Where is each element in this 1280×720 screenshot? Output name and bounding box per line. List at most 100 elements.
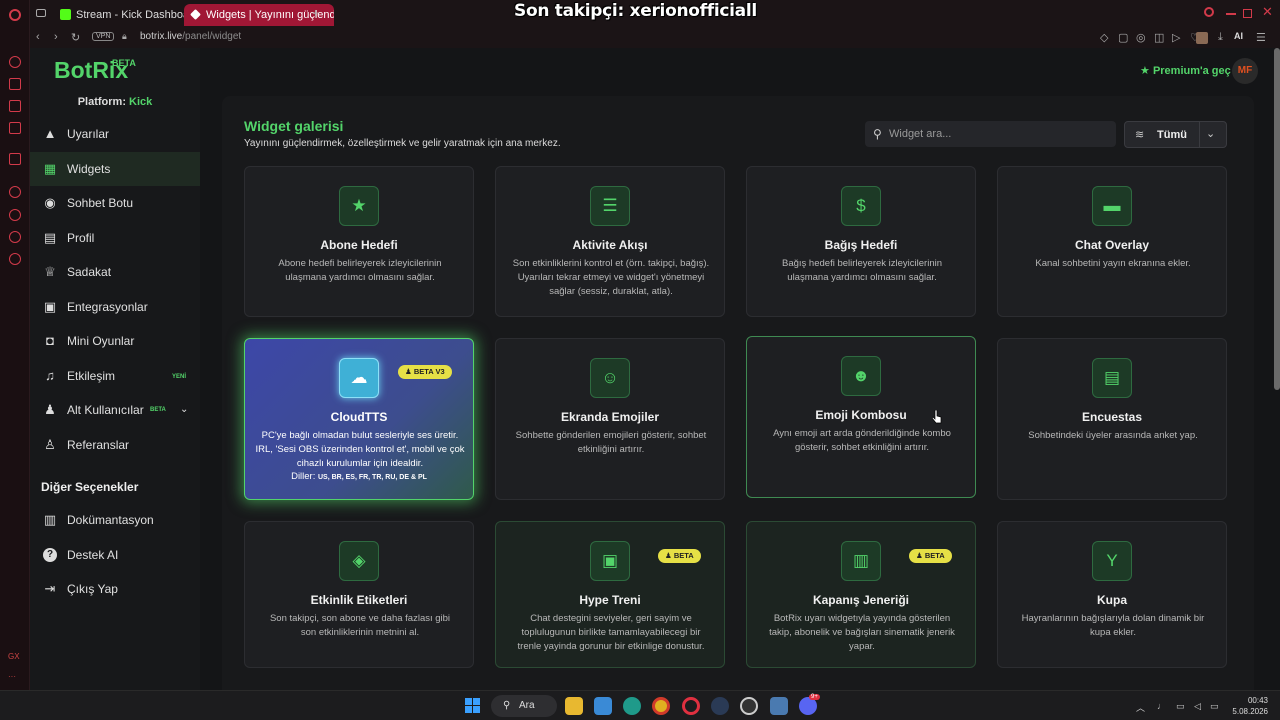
taskbar-clock[interactable]: 00:43 5.08.2026 (1228, 695, 1268, 717)
rail-icon-2[interactable] (9, 78, 21, 90)
sidebar-item-mini-oyunlar[interactable]: ◘ Mini Oyunlar (30, 324, 200, 358)
close-window-button[interactable]: ✕ (1262, 4, 1273, 20)
store-icon[interactable] (594, 697, 612, 715)
extensions-icon[interactable] (9, 231, 21, 243)
rail-icon-3[interactable] (9, 100, 21, 112)
trophy-icon: ♕ (44, 264, 56, 279)
reload-icon[interactable]: ↻ (71, 31, 80, 44)
widget-card-bagis-hedefi[interactable]: $ Bağış Hedefi Bağış hedefi belirleyerek… (746, 166, 976, 317)
volume-icon[interactable]: ◁ (1194, 701, 1201, 712)
battery-icon[interactable]: ▭ (1210, 701, 1219, 712)
chat-bubble-icon: ▬ (1092, 186, 1132, 226)
minimize-button[interactable] (1226, 13, 1236, 15)
widget-card-encuestas[interactable]: ▤ Encuestas Sohbetindeki üyeler arasında… (997, 338, 1227, 500)
back-icon[interactable]: ‹ (36, 31, 40, 43)
windows-start-icon[interactable] (465, 698, 481, 714)
filter-dropdown[interactable]: ≋ Tümü ⌄ (1124, 121, 1227, 148)
widget-card-cloudtts[interactable]: ☁ ♟ BETA V3 CloudTTS PC'ye bağlı olmadan… (244, 338, 474, 500)
sidebar-item-dokumantasyon[interactable]: ▥ Dokümantasyon (30, 503, 200, 537)
gx-icon[interactable]: GX (8, 652, 20, 661)
premium-upgrade-link[interactable]: ★ Premium'a geç (1140, 64, 1231, 77)
url-host: botrix.live (140, 31, 183, 42)
taskbar-search-button[interactable]: ⚲ Ara (491, 695, 557, 717)
cocktail-icon: Y (1092, 541, 1132, 581)
lock-icon[interactable]: 🔒︎ (122, 31, 127, 42)
widget-desc: Son etkinliklerini kontrol et (örn. taki… (512, 258, 710, 297)
page-subtitle: Yayınını güçlendirmek, özelleştirmek ve … (244, 138, 561, 149)
widget-card-hype-treni[interactable]: ▣ ♟ BETA Hype Treni Chat destegini seviy… (495, 521, 725, 668)
url-field[interactable]: botrix.live/panel/widget (140, 31, 241, 42)
maximize-button[interactable] (1243, 9, 1252, 18)
other-options-heading: Diğer Seçenekler (41, 480, 139, 494)
menu-icon[interactable]: ☰ (1256, 31, 1266, 44)
file-explorer-icon[interactable] (565, 697, 583, 715)
user-avatar[interactable]: MF (1232, 58, 1258, 84)
widget-desc: Sohbetindeki üyeler arasında anket yap. (1028, 430, 1198, 441)
botrix-page: BotRix BETA Platform: Kick ▲ Uyarılar ▦ Wi… (30, 48, 1280, 690)
tab-manager-icon[interactable] (36, 9, 46, 17)
sidebar-item-alt-kullanicilar[interactable]: ♟ Alt Kullanıcılar BETA ⌄ (30, 393, 200, 427)
edge-icon[interactable] (623, 697, 641, 715)
bookmark-icon[interactable]: ◇ (1100, 31, 1108, 44)
sidebar-item-sohbet-botu[interactable]: ◉ Sohbet Botu (30, 186, 200, 220)
layers-icon: ≋ (1135, 129, 1145, 141)
new-tab-button[interactable]: + (312, 6, 319, 20)
steam-icon[interactable] (711, 697, 729, 715)
widget-card-kupa[interactable]: Y Kupa Hayranlarının bağışlarıyla dolan … (997, 521, 1227, 668)
player-icon[interactable] (9, 186, 21, 198)
widget-desc: Chat destegini seviyeler, geri sayim ve … (517, 613, 705, 652)
sidebar-item-destek-ai[interactable]: ? Destek AI (30, 538, 200, 572)
chevron-down-icon[interactable]: ⌄ (180, 393, 188, 427)
sidebar-item-label: Sadakat (67, 265, 112, 279)
sidebar-item-profil[interactable]: ▤ Profil (30, 221, 200, 255)
chrome-icon[interactable] (652, 697, 670, 715)
page-scrollbar[interactable] (1274, 48, 1280, 390)
sidebar-item-cikis-yap[interactable]: ⇥ Çıkış Yap (30, 572, 200, 606)
twitch-icon[interactable] (9, 153, 21, 165)
sidebar-item-widgets[interactable]: ▦ Widgets (30, 152, 200, 186)
more-icon[interactable]: ··· (8, 672, 16, 681)
opera-sidebar: GX ··· (0, 0, 30, 690)
widgets-grid-icon: ▦ (43, 161, 57, 176)
sidebar-item-etkilesim[interactable]: ♫ Etkileşim YENİ (30, 359, 200, 393)
ai-icon[interactable]: AI (1234, 31, 1243, 41)
camera-icon[interactable]: ◫ (1154, 31, 1164, 44)
divider (1199, 122, 1200, 147)
network-icon[interactable]: ▭ (1176, 701, 1185, 712)
download-icon[interactable]: ⤓ (1218, 31, 1223, 44)
widget-card-aktivite-akisi[interactable]: ☰ Aktivite Akışı Son etkinliklerini kont… (495, 166, 725, 317)
widget-card-ekranda-emojiler[interactable]: ☺ Ekranda Emojiler Sohbette gönderilen e… (495, 338, 725, 500)
tray-chevron-icon[interactable]: ︿ (1136, 701, 1145, 714)
rail-icon-1[interactable] (9, 56, 21, 68)
widget-gallery: Widget galerisi Yayınını güçlendirmek, ö… (222, 96, 1254, 690)
snapshot-icon[interactable]: ▢ (1118, 31, 1128, 44)
forward-icon[interactable]: › (54, 31, 58, 43)
search-tabs-icon[interactable] (1204, 7, 1214, 17)
sidebar-item-uyarilar[interactable]: ▲ Uyarılar (30, 117, 200, 151)
languages-list: US, BR, ES, FR, TR, RU, DE & PL (318, 474, 427, 481)
settings-icon[interactable] (9, 253, 21, 265)
play-icon[interactable]: ▷ (1172, 31, 1180, 44)
adblock-icon[interactable]: ◎ (1136, 31, 1146, 44)
lock-icon: ♟ (405, 367, 412, 376)
widget-card-kapanis-jenerigi[interactable]: ▥ ♟ BETA Kapanış Jeneriği BotRix uyarı w… (746, 521, 976, 668)
tab-kick-dashboard[interactable]: Stream - Kick Dashboard (54, 4, 204, 26)
sidebar-item-sadakat[interactable]: ♕ Sadakat (30, 255, 200, 289)
sidebar-item-entegrasyonlar[interactable]: ▣ Entegrasyonlar (30, 290, 200, 324)
dollar-icon: $ (841, 186, 881, 226)
widget-card-abone-hedefi[interactable]: ★ Abone Hedefi Abone hedefi belirleyerek… (244, 166, 474, 317)
profile-avatar-icon[interactable] (1196, 32, 1208, 44)
search-input[interactable] (889, 125, 1109, 143)
obs-icon[interactable] (740, 697, 758, 715)
sidebar-item-referanslar[interactable]: ♙ Referanslar (30, 428, 200, 462)
widget-card-chat-overlay[interactable]: ▬ Chat Overlay Kanal sohbetini yayın ekr… (997, 166, 1227, 317)
widget-card-etkinlik-etiketleri[interactable]: ◈ Etkinlik Etiketleri Son takipçi, son a… (244, 521, 474, 668)
app-icon[interactable] (770, 697, 788, 715)
history-icon[interactable] (9, 209, 21, 221)
opera-logo-icon[interactable] (9, 9, 21, 21)
chevron-down-icon[interactable]: ⌄ (1206, 127, 1215, 140)
rail-icon-4[interactable] (9, 122, 21, 134)
opera-gx-icon[interactable] (682, 697, 700, 715)
microphone-icon[interactable]: ♩ (1157, 701, 1166, 711)
vpn-badge[interactable]: VPN (92, 32, 115, 41)
